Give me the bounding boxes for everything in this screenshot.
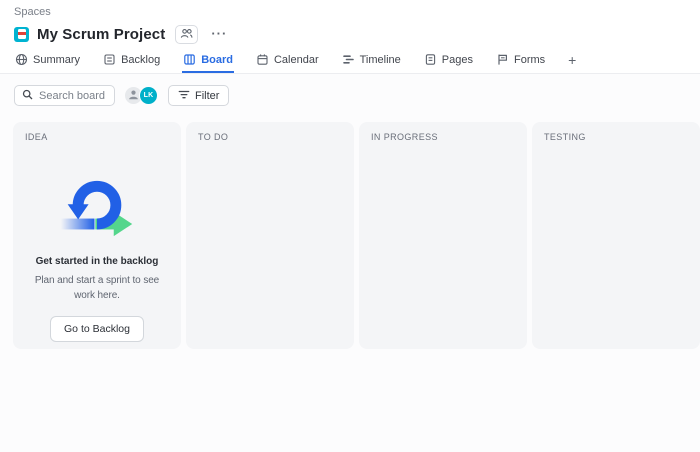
- app-window: Spaces My Scrum Project ··· Summary Back…: [0, 0, 700, 452]
- page-title: My Scrum Project: [37, 25, 166, 43]
- tab-label: Board: [201, 53, 233, 66]
- search-input[interactable]: [39, 89, 107, 102]
- timeline-icon: [342, 53, 355, 66]
- search-box[interactable]: [14, 85, 115, 106]
- column-header: IDEA: [25, 132, 48, 142]
- kanban-board: IDEA Get started in the backlog Plan and…: [0, 116, 700, 452]
- project-avatar-icon: [14, 26, 29, 42]
- filter-label: Filter: [195, 89, 220, 102]
- backlog-empty-state: Get started in the backlog Plan and star…: [25, 180, 169, 342]
- search-icon: [22, 87, 33, 105]
- board-column-idea: IDEA Get started in the backlog Plan and…: [13, 122, 181, 349]
- forms-icon: [496, 53, 509, 66]
- empty-state-description: Plan and start a sprint to see work here…: [34, 275, 160, 301]
- breadcrumb[interactable]: Spaces: [14, 4, 686, 19]
- go-to-backlog-button[interactable]: Go to Backlog: [50, 316, 144, 342]
- assignee-avatars: LK: [124, 86, 158, 105]
- filter-icon: [178, 89, 190, 103]
- tab-label: Backlog: [121, 53, 161, 66]
- tab-backlog[interactable]: Backlog: [102, 51, 161, 73]
- empty-state-title: Get started in the backlog: [35, 256, 159, 267]
- board-icon: [183, 53, 196, 66]
- sprint-loop-icon: [60, 180, 134, 242]
- board-toolbar: LK Filter: [0, 74, 700, 116]
- title-row: My Scrum Project ···: [14, 23, 686, 45]
- tab-timeline[interactable]: Timeline: [341, 51, 402, 73]
- board-column-in-progress: IN PROGRESS: [359, 122, 527, 349]
- backlog-icon: [103, 53, 116, 66]
- person-icon: [128, 87, 139, 105]
- globe-icon: [15, 53, 28, 66]
- tab-forms[interactable]: Forms: [495, 51, 546, 73]
- tab-calendar[interactable]: Calendar: [255, 51, 320, 73]
- tab-label: Pages: [441, 53, 473, 66]
- people-icon: [180, 27, 193, 42]
- tab-label: Summary: [33, 53, 81, 66]
- page-header: Spaces My Scrum Project ···: [0, 0, 700, 45]
- view-tabs: Summary Backlog Board Calendar Timeline …: [0, 45, 700, 74]
- tab-label: Calendar: [273, 53, 319, 66]
- add-view-icon: +: [568, 52, 577, 68]
- pages-icon: [424, 53, 437, 66]
- board-column-testing: TESTING: [532, 122, 700, 349]
- filter-button[interactable]: Filter: [168, 85, 230, 106]
- tab-label: Forms: [514, 53, 546, 66]
- tab-pages[interactable]: Pages: [423, 51, 474, 73]
- tab-label: Timeline: [359, 53, 401, 66]
- share-members-button[interactable]: [175, 24, 199, 44]
- add-view-button[interactable]: +: [567, 50, 577, 73]
- column-header: TESTING: [544, 132, 586, 142]
- user-avatar[interactable]: LK: [139, 86, 158, 105]
- calendar-icon: [256, 53, 269, 66]
- tab-board[interactable]: Board: [182, 51, 234, 73]
- tab-summary[interactable]: Summary: [14, 51, 81, 73]
- column-header: IN PROGRESS: [371, 132, 438, 142]
- column-header: TO DO: [198, 132, 229, 142]
- board-column-todo: TO DO: [186, 122, 354, 349]
- more-options-button[interactable]: ···: [207, 27, 231, 41]
